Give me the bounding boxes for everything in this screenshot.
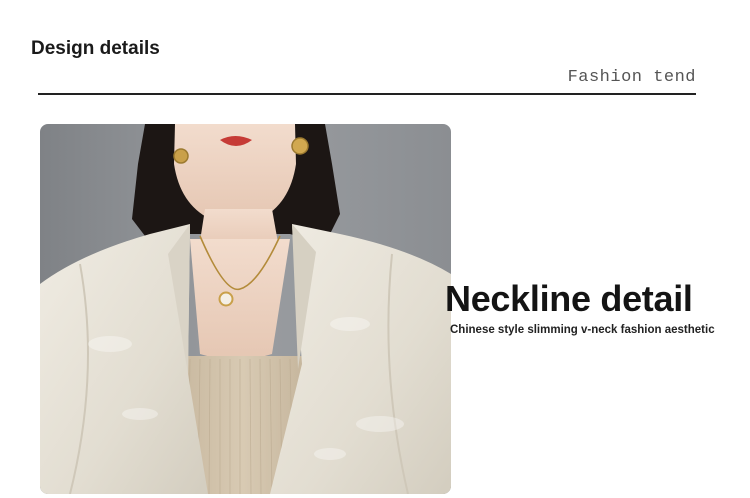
feature-caption: Chinese style slimming v-neck fashion ae… (450, 324, 715, 336)
feature-headline: Neckline detail (445, 278, 693, 319)
section-title: Design details (31, 38, 160, 59)
section-subtitle: Fashion tend (567, 68, 696, 87)
divider-line (38, 93, 696, 95)
product-photo (40, 124, 451, 494)
